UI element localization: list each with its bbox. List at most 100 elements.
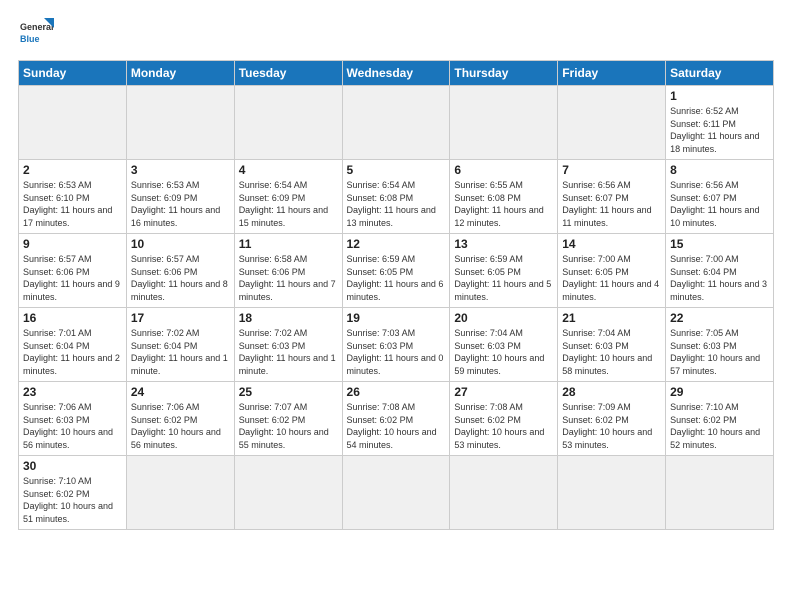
day-info: Sunrise: 6:54 AMSunset: 6:08 PMDaylight:… (347, 179, 446, 229)
day-cell: 18 Sunrise: 7:02 AMSunset: 6:03 PMDayligh… (234, 308, 342, 382)
day-number: 30 (23, 459, 122, 473)
day-cell: 6Sunrise: 6:55 AMSunset: 6:08 PMDaylight… (450, 160, 558, 234)
day-number: 8 (670, 163, 769, 177)
day-cell: 23Sunrise: 7:06 AMSunset: 6:03 PMDayligh… (19, 382, 127, 456)
day-cell (342, 86, 450, 160)
day-cell: 5Sunrise: 6:54 AMSunset: 6:08 PMDaylight… (342, 160, 450, 234)
day-cell: 21 Sunrise: 7:04 AMSunset: 6:03 PMDayligh… (558, 308, 666, 382)
day-cell: 12Sunrise: 6:59 AMSunset: 6:05 PMDayligh… (342, 234, 450, 308)
day-cell: 26 Sunrise: 7:08 AMSunset: 6:02 PMDayligh… (342, 382, 450, 456)
day-info: Sunrise: 6:59 AMSunset: 6:05 PMDaylight:… (454, 253, 553, 303)
day-info: Sunrise: 6:56 AMSunset: 6:07 PMDaylight:… (562, 179, 661, 229)
day-number: 15 (670, 237, 769, 251)
day-cell: 30 Sunrise: 7:10 AMSunset: 6:02 PMDayligh… (19, 456, 127, 530)
day-number: 24 (131, 385, 230, 399)
day-info: Sunrise: 6:56 AMSunset: 6:07 PMDaylight:… (670, 179, 769, 229)
day-cell: 1 Sunrise: 6:52 AMSunset: 6:11 PMDaylight… (666, 86, 774, 160)
day-cell: 22 Sunrise: 7:05 AMSunset: 6:03 PMDayligh… (666, 308, 774, 382)
day-cell: 29 Sunrise: 7:10 AMSunset: 6:02 PMDayligh… (666, 382, 774, 456)
day-cell: 13 Sunrise: 6:59 AMSunset: 6:05 PMDayligh… (450, 234, 558, 308)
day-number: 21 (562, 311, 661, 325)
day-info: Sunrise: 7:02 AMSunset: 6:03 PMDaylight:… (239, 327, 338, 377)
day-cell: 10 Sunrise: 6:57 AMSunset: 6:06 PMDayligh… (126, 234, 234, 308)
day-cell (558, 86, 666, 160)
day-number: 6 (454, 163, 553, 177)
day-info: Sunrise: 7:08 AMSunset: 6:02 PMDaylight:… (347, 401, 446, 451)
day-info: Sunrise: 6:52 AMSunset: 6:11 PMDaylight:… (670, 105, 769, 155)
logo-svg: General Blue (18, 16, 54, 52)
day-number: 1 (670, 89, 769, 103)
day-info: Sunrise: 6:58 AMSunset: 6:06 PMDaylight:… (239, 253, 338, 303)
calendar: SundayMondayTuesdayWednesdayThursdayFrid… (18, 60, 774, 530)
day-number: 28 (562, 385, 661, 399)
day-info: Sunrise: 7:06 AMSunset: 6:02 PMDaylight:… (131, 401, 230, 451)
day-cell: 3 Sunrise: 6:53 AMSunset: 6:09 PMDaylight… (126, 160, 234, 234)
day-info: Sunrise: 7:04 AMSunset: 6:03 PMDaylight:… (454, 327, 553, 377)
logo: General Blue (18, 16, 54, 52)
day-cell (126, 456, 234, 530)
day-info: Sunrise: 7:00 AMSunset: 6:04 PMDaylight:… (670, 253, 769, 303)
week-row-6: 30 Sunrise: 7:10 AMSunset: 6:02 PMDayligh… (19, 456, 774, 530)
day-info: Sunrise: 6:54 AMSunset: 6:09 PMDaylight:… (239, 179, 338, 229)
day-number: 2 (23, 163, 122, 177)
header: General Blue (18, 16, 774, 52)
day-info: Sunrise: 7:02 AMSunset: 6:04 PMDaylight:… (131, 327, 230, 377)
day-cell (342, 456, 450, 530)
day-number: 20 (454, 311, 553, 325)
week-row-2: 2 Sunrise: 6:53 AMSunset: 6:10 PMDaylight… (19, 160, 774, 234)
day-cell (234, 86, 342, 160)
day-cell: 8 Sunrise: 6:56 AMSunset: 6:07 PMDaylight… (666, 160, 774, 234)
day-cell: 24 Sunrise: 7:06 AMSunset: 6:02 PMDayligh… (126, 382, 234, 456)
week-row-1: 1 Sunrise: 6:52 AMSunset: 6:11 PMDaylight… (19, 86, 774, 160)
day-cell: 15 Sunrise: 7:00 AMSunset: 6:04 PMDayligh… (666, 234, 774, 308)
day-cell: 7 Sunrise: 6:56 AMSunset: 6:07 PMDaylight… (558, 160, 666, 234)
day-cell (126, 86, 234, 160)
svg-text:Blue: Blue (20, 34, 40, 44)
day-info: Sunrise: 7:03 AMSunset: 6:03 PMDaylight:… (347, 327, 446, 377)
day-number: 27 (454, 385, 553, 399)
weekday-header-row: SundayMondayTuesdayWednesdayThursdayFrid… (19, 61, 774, 86)
day-info: Sunrise: 7:06 AMSunset: 6:03 PMDaylight:… (23, 401, 122, 451)
weekday-thursday: Thursday (450, 61, 558, 86)
day-info: Sunrise: 7:08 AMSunset: 6:02 PMDaylight:… (454, 401, 553, 451)
day-number: 22 (670, 311, 769, 325)
weekday-monday: Monday (126, 61, 234, 86)
svg-text:General: General (20, 22, 54, 32)
day-cell: 28 Sunrise: 7:09 AMSunset: 6:02 PMDayligh… (558, 382, 666, 456)
day-number: 16 (23, 311, 122, 325)
day-number: 13 (454, 237, 553, 251)
day-cell: 19 Sunrise: 7:03 AMSunset: 6:03 PMDayligh… (342, 308, 450, 382)
page: General Blue SundayMondayTuesdayWednesda… (0, 0, 792, 612)
weekday-friday: Friday (558, 61, 666, 86)
day-cell: 14Sunrise: 7:00 AMSunset: 6:05 PMDayligh… (558, 234, 666, 308)
day-info: Sunrise: 6:57 AMSunset: 6:06 PMDaylight:… (131, 253, 230, 303)
day-cell (450, 456, 558, 530)
day-cell: 20 Sunrise: 7:04 AMSunset: 6:03 PMDayligh… (450, 308, 558, 382)
day-info: Sunrise: 7:10 AMSunset: 6:02 PMDaylight:… (670, 401, 769, 451)
weekday-wednesday: Wednesday (342, 61, 450, 86)
day-number: 18 (239, 311, 338, 325)
day-cell (19, 86, 127, 160)
day-info: Sunrise: 6:53 AMSunset: 6:10 PMDaylight:… (23, 179, 122, 229)
day-cell: 2 Sunrise: 6:53 AMSunset: 6:10 PMDaylight… (19, 160, 127, 234)
day-info: Sunrise: 7:00 AMSunset: 6:05 PMDaylight:… (562, 253, 661, 303)
day-info: Sunrise: 6:53 AMSunset: 6:09 PMDaylight:… (131, 179, 230, 229)
day-info: Sunrise: 7:10 AMSunset: 6:02 PMDaylight:… (23, 475, 122, 525)
day-info: Sunrise: 7:04 AMSunset: 6:03 PMDaylight:… (562, 327, 661, 377)
week-row-5: 23Sunrise: 7:06 AMSunset: 6:03 PMDayligh… (19, 382, 774, 456)
day-number: 9 (23, 237, 122, 251)
day-cell (666, 456, 774, 530)
day-number: 3 (131, 163, 230, 177)
day-info: Sunrise: 7:05 AMSunset: 6:03 PMDaylight:… (670, 327, 769, 377)
day-info: Sunrise: 7:07 AMSunset: 6:02 PMDaylight:… (239, 401, 338, 451)
day-number: 26 (347, 385, 446, 399)
day-number: 25 (239, 385, 338, 399)
day-cell: 11 Sunrise: 6:58 AMSunset: 6:06 PMDayligh… (234, 234, 342, 308)
day-number: 7 (562, 163, 661, 177)
day-cell: 17Sunrise: 7:02 AMSunset: 6:04 PMDayligh… (126, 308, 234, 382)
day-number: 19 (347, 311, 446, 325)
day-number: 10 (131, 237, 230, 251)
day-number: 11 (239, 237, 338, 251)
day-info: Sunrise: 7:09 AMSunset: 6:02 PMDaylight:… (562, 401, 661, 451)
day-number: 29 (670, 385, 769, 399)
